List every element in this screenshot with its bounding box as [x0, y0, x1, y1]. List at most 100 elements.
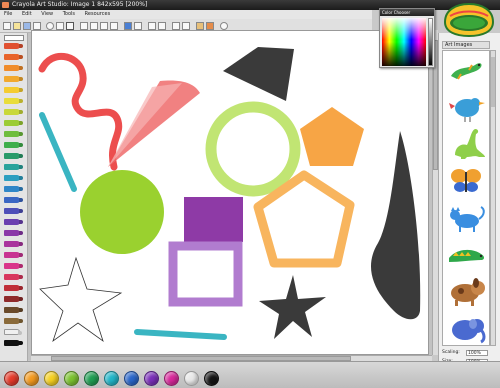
scaling-row: Scaling: 100%	[442, 349, 496, 357]
fill-color-icon[interactable]	[124, 22, 132, 30]
crayon-swatch[interactable]	[4, 296, 20, 302]
crayon-swatch[interactable]	[4, 318, 20, 324]
art-images-header: Art Images	[442, 41, 490, 49]
art-item-dinosaur[interactable]	[443, 125, 489, 162]
crayon-swatch[interactable]	[4, 241, 20, 247]
art-item-lizard[interactable]	[443, 51, 489, 88]
crayon-swatch[interactable]	[4, 65, 20, 71]
palette-swatch[interactable]	[4, 371, 19, 386]
crayon-swatch[interactable]	[4, 87, 20, 93]
copy-icon[interactable]	[100, 22, 108, 30]
crayon-swatch[interactable]	[4, 109, 20, 115]
palette-swatch[interactable]	[124, 371, 139, 386]
green-circle	[80, 170, 164, 254]
palette-swatch[interactable]	[204, 371, 219, 386]
brush-size-selector[interactable]	[4, 35, 24, 41]
palette-swatch[interactable]	[44, 371, 59, 386]
art-item-lizard-2[interactable]	[443, 236, 489, 273]
crayon-swatch[interactable]	[4, 329, 20, 335]
palette-swatch[interactable]	[184, 371, 199, 386]
open-folder-icon[interactable]	[13, 22, 21, 30]
crayon-swatch[interactable]	[4, 120, 20, 126]
grayscale-slider[interactable]	[428, 18, 433, 66]
line-tool-icon[interactable]	[66, 22, 74, 30]
palette-swatch[interactable]	[144, 371, 159, 386]
art-item-elephant[interactable]	[443, 310, 489, 345]
print-icon[interactable]	[33, 22, 41, 30]
canvas-drawing	[38, 47, 421, 343]
art-scroll-thumb[interactable]	[491, 57, 495, 107]
art-item-dog[interactable]	[443, 273, 489, 310]
color-palette-bar	[0, 361, 500, 388]
cyan-stroke	[39, 112, 77, 192]
menu-resources[interactable]: Resources	[81, 10, 115, 19]
menu-file[interactable]: File	[0, 10, 16, 19]
cut-icon[interactable]	[90, 22, 98, 30]
art-item-cat[interactable]	[443, 199, 489, 236]
crayon-swatch[interactable]	[4, 230, 20, 236]
palette-swatch[interactable]	[104, 371, 119, 386]
palette-swatch[interactable]	[84, 371, 99, 386]
orange-pentagon	[300, 107, 364, 166]
crayon-swatch[interactable]	[4, 54, 20, 60]
green-ring	[205, 101, 301, 197]
purple-square	[184, 197, 243, 242]
paste-icon[interactable]	[110, 22, 118, 30]
color-spectrum[interactable]	[382, 18, 426, 66]
rectangle-tool-icon[interactable]	[56, 22, 64, 30]
art-item-butterfly[interactable]	[443, 162, 489, 199]
white-star	[39, 256, 123, 343]
crayon-swatch[interactable]	[4, 219, 20, 225]
crayon-swatch[interactable]	[4, 131, 20, 137]
crayon-swatch[interactable]	[4, 274, 20, 280]
color-chooser-title: Color Chooser	[380, 9, 434, 16]
menu-tools[interactable]: Tools	[59, 10, 79, 19]
crayon-swatch[interactable]	[4, 307, 20, 313]
crayon-swatch[interactable]	[4, 285, 20, 291]
crop-icon[interactable]	[158, 22, 166, 30]
zoom-icon[interactable]	[220, 22, 228, 30]
window-title: Crayola Art Studio: Image 1 842x595 [200…	[12, 1, 148, 8]
flip-vertical-icon[interactable]	[182, 22, 190, 30]
cyan-line	[134, 329, 227, 340]
crosshair-icon[interactable]	[148, 22, 156, 30]
crayon-swatch[interactable]	[4, 340, 20, 346]
crayola-logo	[443, 2, 495, 38]
menu-edit[interactable]: Edit	[18, 10, 36, 19]
black-triangle	[223, 47, 294, 101]
crayon-swatch[interactable]	[4, 142, 20, 148]
palette-swatch[interactable]	[24, 371, 39, 386]
palette-swatch[interactable]	[64, 371, 79, 386]
crayon-swatch[interactable]	[4, 98, 20, 104]
drawing-canvas[interactable]	[31, 30, 429, 355]
scaling-label: Scaling:	[442, 350, 460, 355]
crayon-swatch[interactable]	[4, 153, 20, 159]
crayon-swatch[interactable]	[4, 197, 20, 203]
art-images-list	[442, 50, 490, 346]
dark-star	[259, 275, 326, 339]
crayon-swatch[interactable]	[4, 175, 20, 181]
person-icon[interactable]	[206, 22, 214, 30]
stamp-icon[interactable]	[196, 22, 204, 30]
color-chooser-panel: Color Chooser	[379, 8, 435, 68]
crayon-swatch[interactable]	[4, 186, 20, 192]
new-file-icon[interactable]	[3, 22, 11, 30]
crayon-swatch[interactable]	[4, 76, 20, 82]
palette-swatch[interactable]	[164, 371, 179, 386]
art-images-scrollbar[interactable]	[490, 50, 496, 346]
scaling-field[interactable]: 100%	[466, 350, 488, 356]
crayon-swatch[interactable]	[4, 208, 20, 214]
save-icon[interactable]	[23, 22, 31, 30]
flip-horizontal-icon[interactable]	[172, 22, 180, 30]
crayon-swatch[interactable]	[4, 164, 20, 170]
art-item-bird[interactable]	[443, 88, 489, 125]
crayon-swatch[interactable]	[4, 43, 20, 49]
menu-bar: File Edit View Tools Resources	[0, 10, 372, 19]
crayon-swatch[interactable]	[4, 263, 20, 269]
ellipse-tool-icon[interactable]	[46, 22, 54, 30]
app-icon	[2, 2, 9, 8]
select-tool-icon[interactable]	[80, 22, 88, 30]
menu-view[interactable]: View	[37, 10, 57, 19]
outline-color-icon[interactable]	[134, 22, 142, 30]
crayon-swatch[interactable]	[4, 252, 20, 258]
